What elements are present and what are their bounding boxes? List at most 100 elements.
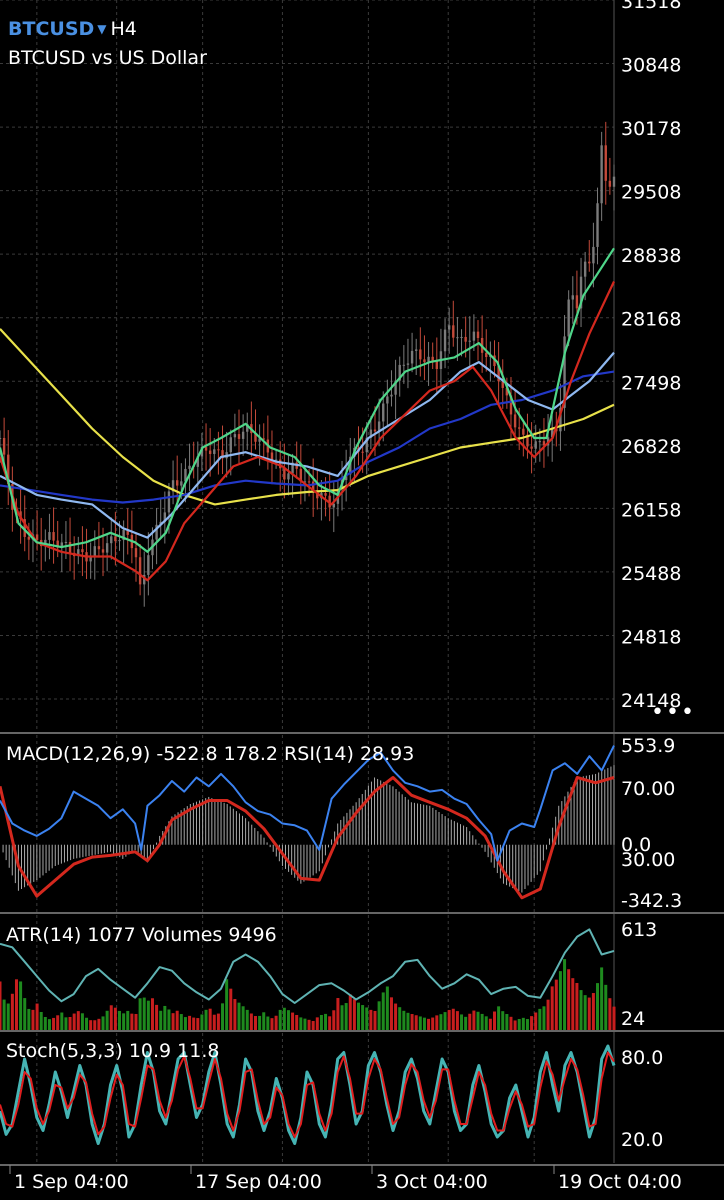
candle-body — [402, 364, 406, 366]
volume-bar — [521, 1017, 525, 1030]
candle-body — [423, 359, 426, 363]
volume-bar — [427, 1018, 431, 1030]
volume-bar — [47, 1019, 51, 1030]
price-axis-label: 27498 — [621, 372, 681, 394]
volume-bar — [447, 1009, 451, 1030]
volume-bar — [348, 994, 352, 1030]
candle-body — [406, 363, 410, 365]
volume-bar — [225, 979, 229, 1030]
volume-bar — [332, 1010, 336, 1030]
volume-bar — [418, 1016, 422, 1030]
chart-canvas[interactable]: 31518 30848 30178 29508 28838 28168 27498 26828… — [0, 0, 724, 1200]
candle-body — [373, 429, 377, 432]
candle-body — [600, 145, 603, 204]
volume-bar — [270, 1018, 274, 1030]
atr-axis-label: 613 — [621, 919, 657, 941]
candle-body — [361, 451, 364, 453]
volume-bar — [23, 998, 27, 1030]
volume-bar — [146, 1000, 150, 1030]
candle-body — [513, 414, 517, 428]
volume-bar — [97, 1018, 101, 1030]
volume-bar — [394, 1003, 398, 1030]
volume-bar — [35, 1003, 39, 1030]
volume-bar — [501, 1011, 505, 1030]
macd-axis-label: -342.3 — [621, 890, 682, 912]
price-axis-label: 31518 — [621, 0, 681, 13]
candle-body — [0, 437, 2, 439]
volume-bar — [278, 1009, 282, 1030]
volume-bar — [295, 1014, 299, 1030]
candle-body — [287, 473, 290, 480]
symbol-selector[interactable]: BTCUSD ▼ H4 — [8, 18, 137, 40]
volume-bar — [558, 971, 562, 1030]
more-dots-icon[interactable]: ••• — [651, 700, 696, 725]
volume-bar — [2, 999, 6, 1030]
candle-body — [101, 549, 105, 553]
candle-body — [415, 349, 418, 351]
volume-bar — [398, 1007, 402, 1030]
volume-bar — [484, 1016, 488, 1030]
volume-bar — [488, 1018, 492, 1030]
volume-bar — [101, 1016, 105, 1030]
volume-bar — [402, 1010, 406, 1030]
volume-bar — [369, 1009, 373, 1030]
candle-body — [52, 532, 55, 541]
candle-body — [575, 295, 579, 309]
candle-body — [324, 493, 327, 496]
volume-bar — [505, 1014, 509, 1030]
candle-body — [435, 361, 439, 369]
volume-bar — [476, 1011, 480, 1030]
volume-bar — [492, 1011, 496, 1030]
candle-body — [237, 434, 241, 439]
candle-body — [567, 299, 570, 337]
volume-bar — [212, 1014, 216, 1030]
volume-bar — [39, 1011, 43, 1030]
volume-bar — [579, 990, 583, 1030]
candle-body — [114, 536, 117, 542]
volume-bar — [192, 1017, 196, 1030]
symbol-description: BTCUSD vs US Dollar — [8, 47, 207, 69]
volume-bar — [460, 1014, 464, 1030]
volume-bar — [171, 1013, 175, 1030]
volume-bar — [229, 988, 233, 1030]
symbol-label[interactable]: BTCUSD — [8, 18, 94, 40]
volume-bar — [575, 982, 579, 1030]
triangle-down-icon[interactable]: ▼ — [97, 22, 106, 36]
candle-body — [386, 396, 389, 404]
volume-bar — [150, 998, 154, 1030]
volume-bar — [439, 1014, 443, 1030]
volume-bar — [241, 1006, 245, 1030]
price-axis-label: 30848 — [621, 55, 681, 77]
volume-bar — [64, 1017, 68, 1030]
atr-volumes-label: ATR(14) 1077 Volumes 9496 — [6, 924, 277, 946]
stoch-axis-label: 20.0 — [621, 1129, 663, 1151]
time-axis-label: 3 Oct 04:00 — [376, 1171, 488, 1193]
volume-bar — [303, 1018, 307, 1030]
candle-body — [596, 203, 599, 247]
volume-bar — [406, 1012, 410, 1030]
volume-bar — [274, 1015, 278, 1030]
moving-average-line — [0, 281, 615, 582]
candle-body — [233, 434, 237, 438]
volume-bar — [56, 1015, 60, 1030]
price-axis-label: 29508 — [621, 182, 681, 204]
candle-body — [64, 542, 68, 544]
volume-bar — [365, 1007, 369, 1030]
volume-bar — [179, 1014, 183, 1030]
volume-bar — [538, 1008, 542, 1030]
volume-bar — [542, 1006, 546, 1030]
candle-body — [604, 145, 607, 181]
candle-body — [138, 557, 142, 585]
candle-body — [167, 491, 171, 513]
volume-bar — [221, 1003, 225, 1030]
candle-body — [110, 536, 113, 544]
candle-body — [105, 543, 109, 553]
candle-body — [476, 331, 480, 338]
volume-bar — [80, 1013, 84, 1030]
volume-bar — [324, 1013, 328, 1030]
volume-bar — [27, 1008, 31, 1030]
candle-body — [472, 331, 476, 341]
macd-rsi-label: MACD(12,26,9) -522.8 178.2 RSI(14) 28.93 — [6, 743, 415, 765]
timeframe-label[interactable]: H4 — [111, 18, 137, 40]
candle-body — [612, 176, 616, 187]
